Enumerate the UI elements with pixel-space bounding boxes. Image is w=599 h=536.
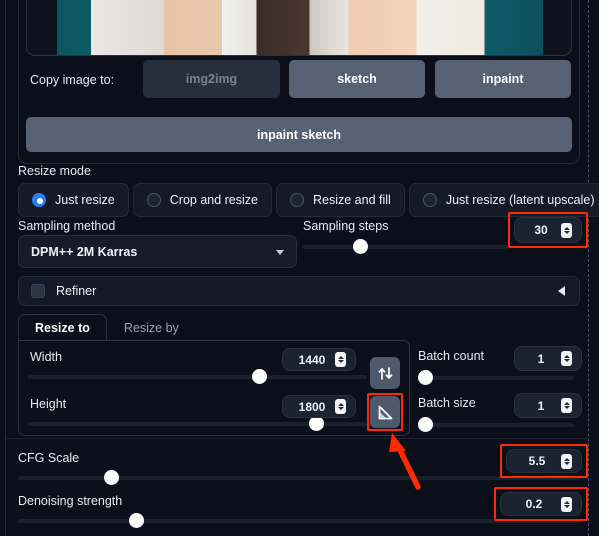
batch-count-slider[interactable] <box>418 370 574 385</box>
width-number-input[interactable]: 1440 <box>282 348 356 371</box>
batch-count-value: 1 <box>537 351 545 366</box>
resize-mode-just-resize[interactable]: Just resize <box>18 183 129 217</box>
radio-unselected-icon <box>422 193 437 207</box>
width-label: Width <box>30 350 62 364</box>
spinner-icon[interactable] <box>335 399 346 414</box>
resize-mode-latent-upscale[interactable]: Just resize (latent upscale) <box>408 183 599 217</box>
cfg-scale-number-input[interactable]: 5.5 <box>506 449 582 473</box>
slider-knob[interactable] <box>129 513 144 528</box>
refiner-label: Refiner <box>56 284 97 298</box>
aspect-ratio-button[interactable] <box>370 396 400 428</box>
preview-photo <box>57 0 543 55</box>
cfg-scale-label: CFG Scale <box>18 451 80 465</box>
sampling-steps-number-input[interactable]: 30 <box>514 217 582 243</box>
resize-mode-option-label: Resize and fill <box>313 193 391 207</box>
radio-selected-icon <box>32 193 46 207</box>
panel-left-edge <box>5 0 6 536</box>
slider-knob[interactable] <box>353 239 368 254</box>
spinner-icon[interactable] <box>561 496 572 512</box>
slider-knob[interactable] <box>418 417 433 432</box>
slider-knob[interactable] <box>309 416 324 431</box>
height-label: Height <box>30 397 67 411</box>
resize-mode-crop-and-resize[interactable]: Crop and resize <box>132 183 272 217</box>
image-preview[interactable] <box>26 0 572 56</box>
section-divider <box>6 438 589 439</box>
cfg-scale-value: 5.5 <box>528 454 546 468</box>
batch-size-label: Batch size <box>418 396 476 410</box>
chevron-down-icon <box>276 250 284 255</box>
width-value: 1440 <box>298 352 326 367</box>
height-slider[interactable] <box>28 416 367 431</box>
batch-size-value: 1 <box>537 398 545 413</box>
resize-mode-resize-and-fill[interactable]: Resize and fill <box>276 183 405 217</box>
tab-resize-by[interactable]: Resize by <box>107 314 196 341</box>
denoising-strength-slider[interactable] <box>18 513 580 528</box>
spinner-icon[interactable] <box>335 352 346 367</box>
sampling-method-label: Sampling method <box>18 219 116 233</box>
copy-image-to-label: Copy image to: <box>30 73 115 87</box>
batch-size-number-input[interactable]: 1 <box>514 393 582 418</box>
resize-mode-label: Resize mode <box>18 164 91 178</box>
resize-tabs: Resize to Resize by <box>18 314 196 341</box>
chevron-left-icon[interactable] <box>558 286 565 296</box>
denoising-strength-value: 0.2 <box>525 497 543 511</box>
slider-knob[interactable] <box>252 369 267 384</box>
copy-image-to-row: Copy image to: img2img sketch inpaint <box>26 56 572 118</box>
denoising-strength-number-input[interactable]: 0.2 <box>500 492 582 516</box>
spinner-icon[interactable] <box>561 398 572 413</box>
denoising-strength-label: Denoising strength <box>18 494 123 508</box>
resize-mode-option-label: Just resize (latent upscale) <box>445 193 595 207</box>
spinner-icon[interactable] <box>561 222 572 238</box>
sampling-method-value: DPM++ 2M Karras <box>31 244 138 259</box>
refiner-checkbox[interactable] <box>31 284 45 298</box>
sampling-method-dropdown[interactable]: DPM++ 2M Karras <box>18 235 297 268</box>
height-value: 1800 <box>298 399 326 414</box>
sampling-steps-value: 30 <box>534 223 548 237</box>
sampling-steps-slider[interactable] <box>303 239 508 254</box>
sampling-steps-label: Sampling steps <box>303 219 389 233</box>
batch-size-slider[interactable] <box>418 417 574 432</box>
swap-width-height-button[interactable] <box>370 357 400 389</box>
copy-to-img2img-button[interactable]: img2img <box>143 60 280 98</box>
slider-knob[interactable] <box>418 370 433 385</box>
spinner-icon[interactable] <box>561 351 572 366</box>
aspect-ratio-triangle-icon <box>378 405 392 419</box>
resize-mode-option-label: Just resize <box>55 193 115 207</box>
radio-unselected-icon <box>290 193 304 207</box>
copy-to-sketch-button[interactable]: sketch <box>289 60 425 98</box>
copy-to-inpaint-button[interactable]: inpaint <box>435 60 571 98</box>
spinner-icon[interactable] <box>561 453 572 469</box>
height-number-input[interactable]: 1800 <box>282 395 356 418</box>
resize-mode-option-label: Crop and resize <box>169 193 258 207</box>
swap-arrows-icon <box>378 366 392 380</box>
tab-resize-to[interactable]: Resize to <box>18 314 107 341</box>
cfg-scale-slider[interactable] <box>18 470 580 485</box>
copy-to-inpaint-sketch-button[interactable]: inpaint sketch <box>26 117 572 152</box>
resize-mode-radio-group: Just resize Crop and resize Resize and f… <box>18 183 599 217</box>
refiner-accordion[interactable]: Refiner <box>18 276 580 306</box>
width-slider[interactable] <box>28 369 367 384</box>
radio-unselected-icon <box>146 193 161 207</box>
img2img-panel: Copy image to: img2img sketch inpaint in… <box>0 0 599 536</box>
column-resize-handle[interactable] <box>588 0 589 536</box>
slider-knob[interactable] <box>104 470 119 485</box>
batch-count-label: Batch count <box>418 349 485 363</box>
batch-count-number-input[interactable]: 1 <box>514 346 582 371</box>
